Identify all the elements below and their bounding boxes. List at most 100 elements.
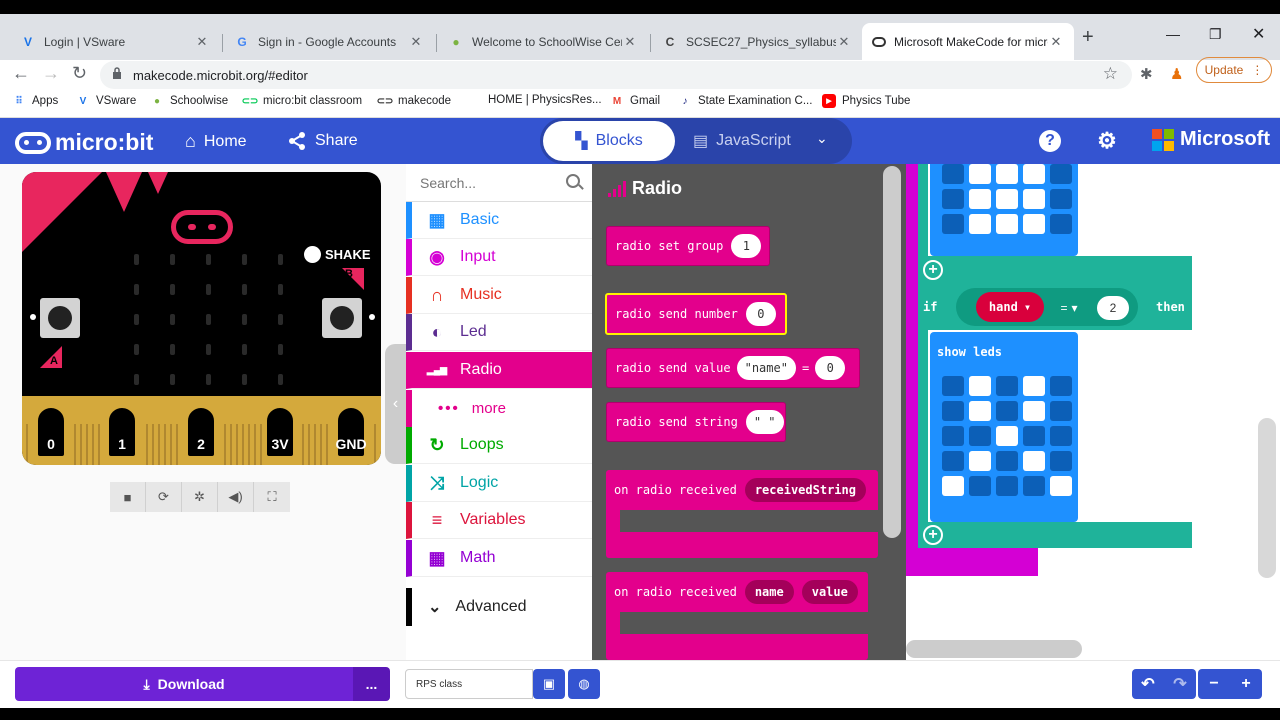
category-math[interactable]: ▦ Math xyxy=(406,540,592,577)
tab-physics-syllabus[interactable]: C SCSEC27_Physics_syllabus_eng... ✕ xyxy=(652,23,862,60)
radio-send-value-block[interactable]: radio send value "name" = 0 xyxy=(606,348,860,388)
led-cell[interactable] xyxy=(942,426,964,446)
led-cell[interactable] xyxy=(996,401,1018,421)
compare-value-input[interactable]: 2 xyxy=(1097,296,1129,320)
zoom-out-icon[interactable]: − xyxy=(1198,669,1230,699)
close-window-icon[interactable]: ✕ xyxy=(1252,24,1265,44)
bookmark-makecode[interactable]: ⊂⊃ makecode xyxy=(377,94,451,108)
collapse-simulator-button[interactable]: ‹ xyxy=(385,344,406,464)
string-input[interactable]: " " xyxy=(745,410,784,434)
led-cell[interactable] xyxy=(996,214,1018,234)
javascript-mode-button[interactable]: ▤ JavaScript xyxy=(693,131,791,151)
address-bar[interactable]: makecode.microbit.org/#editor ☆ xyxy=(100,61,1132,89)
advanced-category[interactable]: ⌄ Advanced xyxy=(406,588,592,626)
category-loops[interactable]: ↻ Loops xyxy=(406,427,592,464)
led-grid[interactable] xyxy=(942,376,1072,496)
close-icon[interactable]: ✕ xyxy=(1048,34,1064,50)
chevron-down-icon[interactable]: ⌄ xyxy=(816,130,828,147)
led-cell[interactable] xyxy=(969,164,991,184)
category-variables[interactable]: ≡ Variables xyxy=(406,502,592,539)
reload-icon[interactable]: ↻ xyxy=(72,63,87,84)
led-cell[interactable] xyxy=(942,164,964,184)
button-a[interactable] xyxy=(40,298,80,338)
extensions-icon[interactable]: ✱ xyxy=(1140,65,1153,83)
download-button[interactable]: ⤓ Download xyxy=(15,667,353,701)
add-else-icon[interactable]: + xyxy=(923,525,943,545)
bookmark-schoolwise[interactable]: ● Schoolwise xyxy=(150,94,228,108)
led-cell[interactable] xyxy=(1050,426,1072,446)
shake-button[interactable]: SHAKE xyxy=(304,246,371,263)
led-cell[interactable] xyxy=(1050,476,1072,496)
group-number-input[interactable]: 1 xyxy=(731,234,762,258)
category-led[interactable]: ◐ Led xyxy=(406,314,592,351)
led-cell[interactable] xyxy=(1050,451,1072,471)
bookmark-physics-tube[interactable]: ▶ Physics Tube xyxy=(822,94,910,108)
value-variable[interactable]: value xyxy=(801,580,858,604)
led-cell[interactable] xyxy=(1023,376,1045,396)
undo-icon[interactable]: ↶ xyxy=(1132,669,1164,699)
new-tab-button[interactable]: + xyxy=(1082,26,1094,49)
workspace-horizontal-scrollbar[interactable] xyxy=(906,640,1082,658)
radio-more-item[interactable]: ••• more xyxy=(406,390,592,427)
led-cell[interactable] xyxy=(1050,376,1072,396)
led-grid-top[interactable] xyxy=(942,164,1072,234)
touch-logo[interactable] xyxy=(171,210,233,244)
bookmark-state-exam[interactable]: ♪ State Examination C... xyxy=(678,94,813,108)
led-cell[interactable] xyxy=(969,214,991,234)
tab-vsware[interactable]: V Login | VSware ✕ xyxy=(10,23,220,60)
led-cell[interactable] xyxy=(996,426,1018,446)
tab-schoolwise[interactable]: ● Welcome to SchoolWise Centr... ✕ xyxy=(438,23,648,60)
led-cell[interactable] xyxy=(1050,214,1072,234)
restore-icon[interactable]: ❐ xyxy=(1209,26,1222,43)
number-input[interactable]: 0 xyxy=(745,302,776,326)
led-cell[interactable] xyxy=(1023,426,1045,446)
back-icon[interactable]: ← xyxy=(12,63,30,84)
home-button[interactable]: ⌂ Home xyxy=(185,131,247,152)
led-cell[interactable] xyxy=(996,476,1018,496)
search-icon[interactable] xyxy=(566,174,580,188)
flyout-scrollbar[interactable] xyxy=(883,166,901,538)
profile-extension-icon[interactable]: ♟ xyxy=(1170,65,1183,83)
bookmark-physicsres[interactable]: HOME | PhysicsRes... xyxy=(488,94,602,106)
minimize-icon[interactable]: — xyxy=(1166,26,1180,42)
led-cell[interactable] xyxy=(942,476,964,496)
led-cell[interactable] xyxy=(942,214,964,234)
microsoft-logo[interactable]: Microsoft xyxy=(1152,128,1270,151)
stop-icon[interactable]: ■ xyxy=(110,482,146,512)
led-cell[interactable] xyxy=(969,451,991,471)
zoom-in-icon[interactable]: + xyxy=(1230,669,1262,699)
led-cell[interactable] xyxy=(942,189,964,209)
microbit-logo[interactable]: micro:bit xyxy=(15,129,153,156)
led-cell[interactable] xyxy=(1023,401,1045,421)
led-cell[interactable] xyxy=(969,476,991,496)
led-cell[interactable] xyxy=(996,376,1018,396)
value-number-input[interactable]: 0 xyxy=(815,356,846,380)
bookmark-gmail[interactable]: M Gmail xyxy=(610,94,660,108)
received-string-variable[interactable]: receivedString xyxy=(744,478,866,502)
tab-google-accounts[interactable]: G Sign in - Google Accounts ✕ xyxy=(224,23,434,60)
led-cell[interactable] xyxy=(1023,451,1045,471)
led-cell[interactable] xyxy=(1023,189,1045,209)
operator-dropdown[interactable]: = ▾ xyxy=(1050,298,1088,318)
forward-icon[interactable]: → xyxy=(42,63,60,84)
category-music[interactable]: ∩ Music xyxy=(406,277,592,314)
name-variable[interactable]: name xyxy=(744,580,794,604)
close-icon[interactable]: ✕ xyxy=(836,34,852,50)
led-cell[interactable] xyxy=(969,426,991,446)
radio-send-number-block[interactable]: radio send number 0 xyxy=(605,293,787,335)
category-logic[interactable]: ⤨ Logic xyxy=(406,465,592,502)
radio-send-string-block[interactable]: radio send string " " xyxy=(606,402,786,442)
category-basic[interactable]: ▦ Basic xyxy=(406,202,592,239)
led-cell[interactable] xyxy=(942,451,964,471)
led-cell[interactable] xyxy=(996,451,1018,471)
led-cell[interactable] xyxy=(1050,189,1072,209)
led-cell[interactable] xyxy=(969,189,991,209)
led-cell[interactable] xyxy=(996,164,1018,184)
debug-icon[interactable]: ✲ xyxy=(182,482,218,512)
github-button[interactable]: ◍ xyxy=(568,669,600,699)
sound-icon[interactable]: ◀) xyxy=(218,482,254,512)
category-radio[interactable]: ▂▄▆ Radio xyxy=(406,352,592,389)
bookmark-apps[interactable]: ⠿ Apps xyxy=(12,94,58,108)
save-button[interactable]: ▣ xyxy=(533,669,565,699)
gear-icon[interactable]: ⚙ xyxy=(1096,128,1118,153)
